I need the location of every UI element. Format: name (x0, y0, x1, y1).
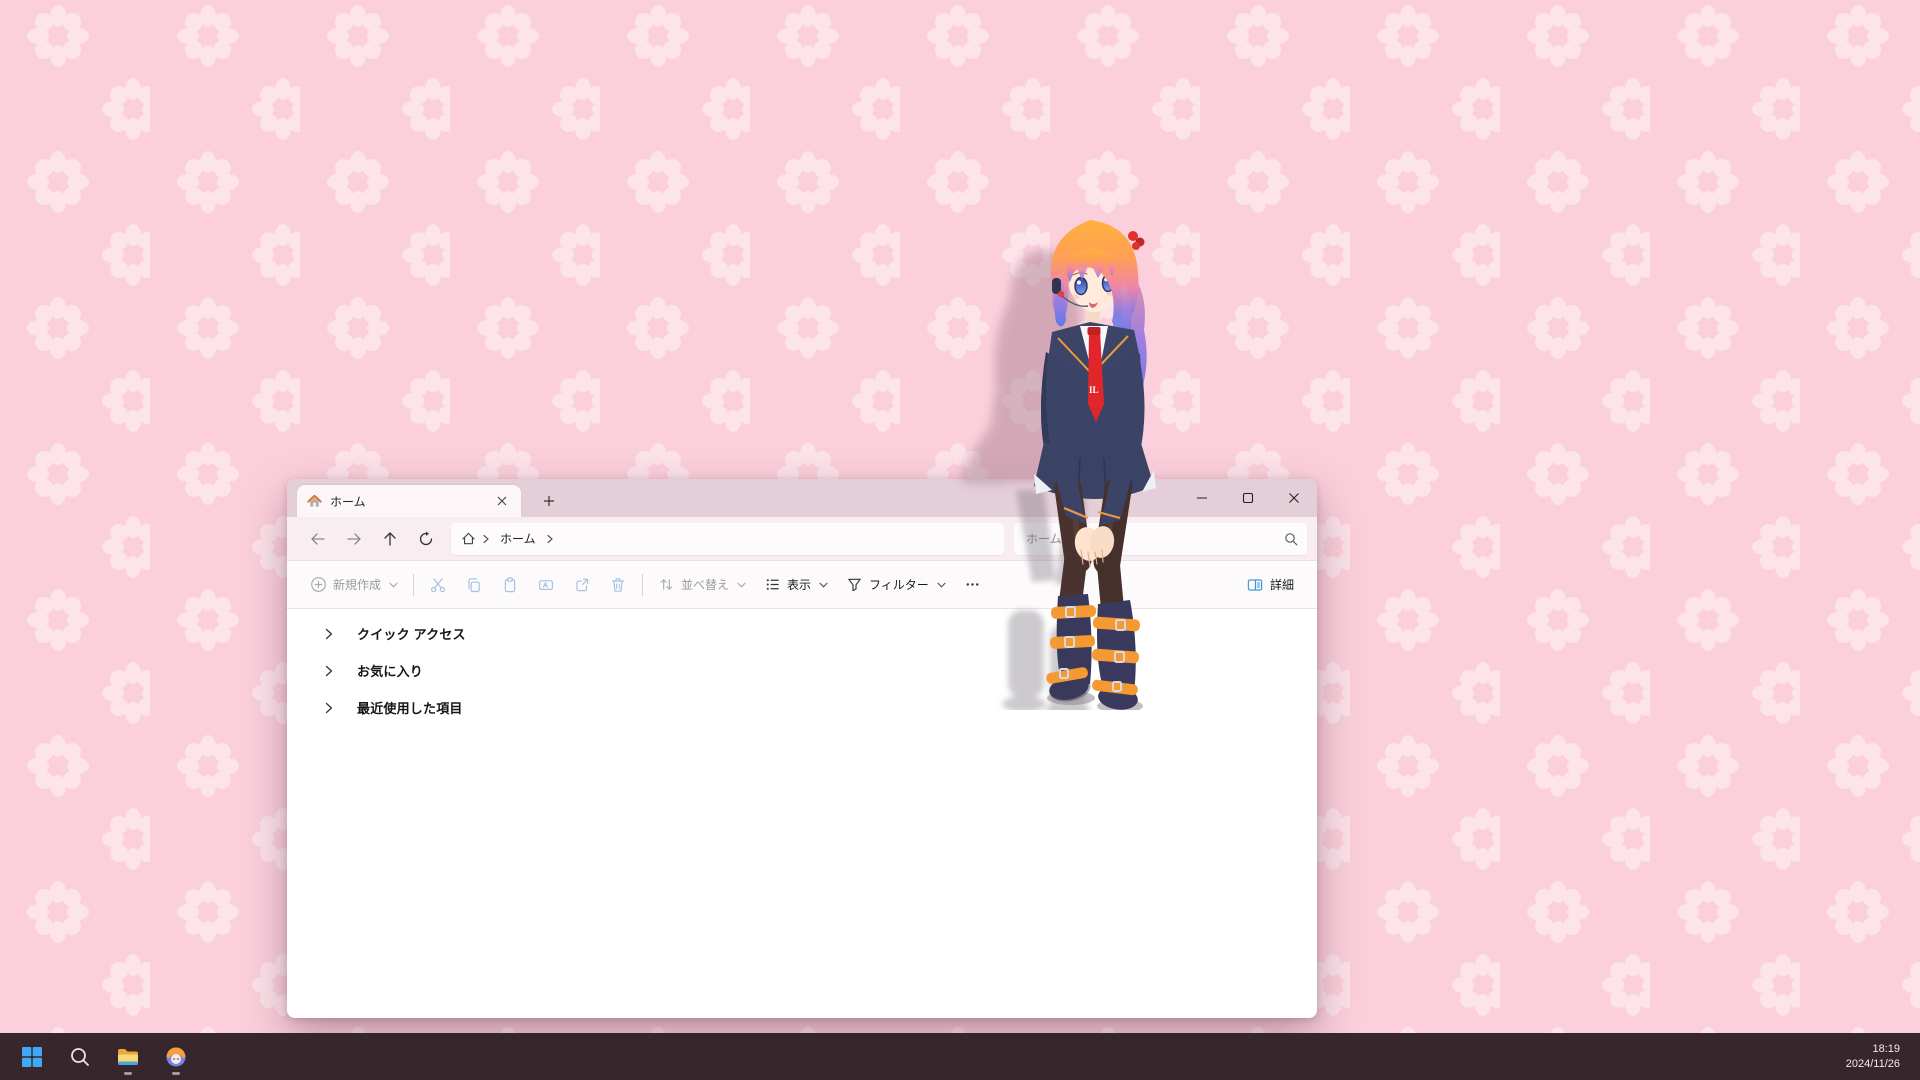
details-pane-button[interactable]: 詳細 (1237, 568, 1303, 602)
plus-icon (543, 495, 555, 507)
start-button[interactable] (12, 1037, 52, 1077)
maximize-button[interactable] (1225, 479, 1271, 517)
refresh-icon (418, 531, 434, 547)
home-icon (461, 531, 476, 546)
details-pane-icon (1246, 576, 1264, 594)
search-icon (69, 1046, 91, 1068)
filter-label: フィルター (869, 576, 929, 593)
up-button[interactable] (373, 523, 407, 555)
filter-funnel-icon (846, 576, 863, 593)
mascot-boots (1045, 594, 1140, 710)
running-indicator (172, 1072, 180, 1075)
chevron-down-icon (737, 582, 746, 588)
close-icon (1288, 492, 1300, 504)
mascot-blush (1071, 295, 1080, 300)
maximize-icon (1242, 492, 1254, 504)
chevron-right-icon (323, 665, 335, 677)
desktop: { "wallpaper": { "bg": "#fbd0dc", "flowe… (0, 0, 1920, 1080)
filter-button[interactable]: フィルター (837, 568, 955, 602)
chevron-down-icon (819, 582, 828, 588)
cut-icon (429, 576, 447, 594)
windows-logo-icon (21, 1046, 43, 1068)
tie-emblem: IL (1089, 385, 1099, 395)
taskbar-search-button[interactable] (60, 1037, 100, 1077)
taskbar-mascot-app-button[interactable] (156, 1037, 196, 1077)
forward-button[interactable] (337, 523, 371, 555)
tab-close-button[interactable] (493, 492, 511, 510)
view-list-icon (764, 576, 781, 593)
tab-title: ホーム (330, 493, 485, 510)
address-bar[interactable]: ホーム (451, 523, 1004, 555)
file-explorer-icon (116, 1046, 140, 1068)
paste-icon (501, 576, 519, 594)
taskbar: 18:19 2024/11/26 (0, 1033, 1920, 1080)
group-label: 最近使用した項目 (357, 698, 463, 717)
desktop-mascot-character[interactable]: IL (940, 190, 1202, 710)
chevron-down-icon (389, 582, 398, 588)
chevron-right-icon (323, 628, 335, 640)
sort-label: 並べ替え (681, 576, 729, 593)
chevron-right-icon (323, 702, 335, 714)
clock-time: 18:19 (1846, 1042, 1900, 1057)
rename-icon (537, 576, 555, 594)
arrow-up-icon (382, 531, 398, 547)
group-label: お気に入り (357, 661, 423, 680)
close-icon (497, 496, 507, 506)
arrow-left-icon (310, 531, 326, 547)
delete-button[interactable] (600, 568, 636, 602)
paste-button[interactable] (492, 568, 528, 602)
taskbar-clock[interactable]: 18:19 2024/11/26 (1846, 1042, 1908, 1072)
sort-icon (658, 576, 675, 593)
running-indicator (124, 1072, 132, 1075)
share-button[interactable] (564, 568, 600, 602)
taskbar-file-explorer-button[interactable] (108, 1037, 148, 1077)
rename-button[interactable] (528, 568, 564, 602)
view-label: 表示 (787, 576, 811, 593)
chevron-right-icon (546, 534, 554, 544)
taskbar-icons (12, 1037, 196, 1077)
search-icon (1284, 532, 1298, 546)
trash-icon (609, 576, 627, 594)
arrow-right-icon (346, 531, 362, 547)
new-item-button[interactable]: 新規作成 (301, 568, 407, 602)
refresh-button[interactable] (409, 523, 443, 555)
plus-circle-icon (310, 576, 327, 593)
copy-button[interactable] (456, 568, 492, 602)
back-button[interactable] (301, 523, 335, 555)
close-window-button[interactable] (1271, 479, 1317, 517)
share-icon (573, 576, 591, 594)
explorer-tab-home[interactable]: ホーム (297, 485, 521, 517)
copy-icon (465, 576, 483, 594)
clock-date: 2024/11/26 (1846, 1057, 1900, 1072)
home-tab-icon (307, 494, 322, 509)
new-tab-button[interactable] (535, 487, 563, 515)
mascot-app-icon (164, 1045, 188, 1069)
toolbar-separator (413, 574, 414, 596)
toolbar-separator (642, 574, 643, 596)
view-button[interactable]: 表示 (755, 568, 837, 602)
group-label: クイック アクセス (357, 624, 466, 643)
cut-button[interactable] (420, 568, 456, 602)
sort-button[interactable]: 並べ替え (649, 568, 755, 602)
new-item-label: 新規作成 (333, 576, 381, 593)
chevron-right-icon (482, 534, 490, 544)
details-label: 詳細 (1270, 576, 1294, 593)
breadcrumb-segment-home[interactable]: ホーム (496, 528, 540, 549)
